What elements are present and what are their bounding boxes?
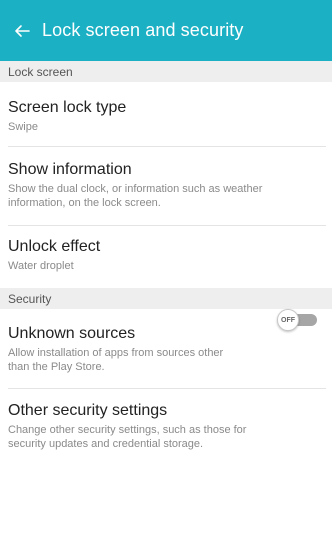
section-header-lock-screen: Lock screen [0, 61, 332, 82]
setting-subtitle: Water droplet [8, 260, 74, 272]
divider [8, 225, 326, 226]
setting-unknown-sources[interactable]: Unknown sources Allow installation of ap… [8, 324, 268, 374]
setting-subtitle-line: security updates and credential storage. [8, 438, 204, 450]
setting-unlock-effect[interactable]: Unlock effect Water droplet [8, 237, 326, 273]
divider [8, 388, 326, 389]
setting-title: Screen lock type [8, 99, 127, 116]
setting-title: Other security settings [8, 402, 168, 419]
setting-title: Unknown sources [8, 325, 136, 342]
section-header-security: Security [0, 288, 332, 309]
setting-title: Unlock effect [8, 238, 101, 255]
setting-screen-lock-type[interactable]: Screen lock type Swipe [8, 98, 326, 134]
setting-subtitle: Show the dual clock, or information such… [8, 182, 326, 210]
page-title: Lock screen and security [42, 20, 244, 40]
setting-subtitle: Change other security settings, such as … [8, 423, 326, 451]
toggle-thumb: OFF [277, 309, 299, 331]
setting-subtitle: Allow installation of apps from sources … [8, 346, 268, 374]
setting-subtitle-line: Show the dual clock, or information such… [8, 183, 263, 195]
setting-subtitle-line: information, on the lock screen. [8, 197, 161, 209]
setting-subtitle-line: than the Play Store. [8, 361, 105, 373]
setting-show-information[interactable]: Show information Show the dual clock, or… [8, 160, 326, 210]
unknown-sources-toggle[interactable]: OFF [277, 309, 319, 331]
setting-subtitle-line: Allow installation of apps from sources … [8, 347, 224, 359]
app-bar: Lock screen and security [0, 0, 332, 61]
setting-other-security-settings[interactable]: Other security settings Change other sec… [8, 401, 326, 451]
setting-subtitle-line: Change other security settings, such as … [8, 424, 247, 436]
back-arrow-icon[interactable] [12, 21, 32, 41]
setting-title: Show information [8, 161, 132, 178]
divider [8, 146, 326, 147]
setting-subtitle: Swipe [8, 121, 38, 133]
